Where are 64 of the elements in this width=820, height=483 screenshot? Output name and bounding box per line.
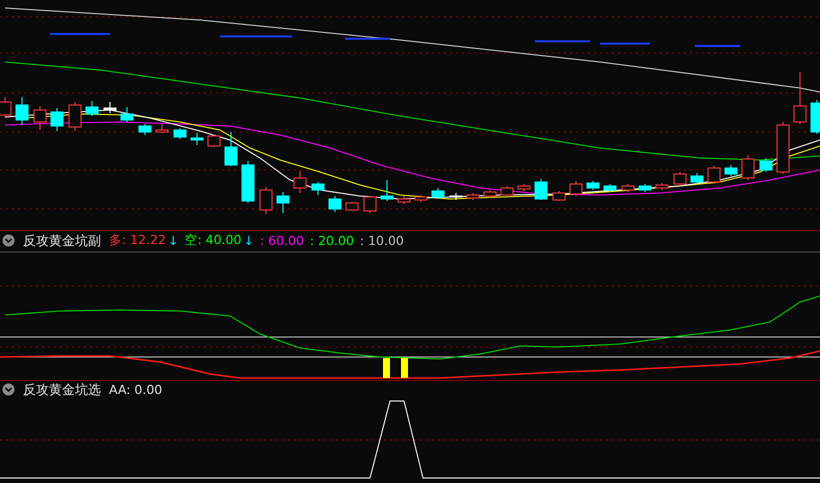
indicator-value: : 60.00 bbox=[260, 233, 304, 248]
candlestick bbox=[276, 192, 290, 214]
candlestick bbox=[414, 194, 428, 202]
candlestick bbox=[586, 180, 600, 190]
candlestick bbox=[50, 108, 64, 132]
candlestick bbox=[364, 196, 376, 214]
candlestick bbox=[86, 100, 98, 116]
indicator-value: : 10.00 bbox=[360, 233, 404, 248]
candlestick bbox=[16, 96, 28, 126]
trend-arrow: ↓ bbox=[243, 233, 254, 248]
candlestick bbox=[260, 186, 272, 214]
candlestick bbox=[552, 190, 566, 202]
candlestick bbox=[174, 128, 186, 140]
candlestick bbox=[432, 188, 444, 200]
candlestick bbox=[656, 182, 668, 190]
indicator-value: AA: 0.00 bbox=[109, 382, 162, 397]
candlestick bbox=[622, 184, 634, 192]
candlestick bbox=[380, 180, 394, 202]
collapse-toggle-icon[interactable] bbox=[2, 234, 15, 247]
candlestick bbox=[208, 134, 220, 148]
candlestick bbox=[500, 186, 514, 196]
candlestick bbox=[742, 154, 754, 180]
level-segment bbox=[345, 38, 390, 40]
level-segment bbox=[600, 42, 650, 45]
candlestick bbox=[466, 192, 480, 200]
signal-bar bbox=[383, 358, 390, 378]
candlestick bbox=[120, 106, 134, 122]
candlestick bbox=[690, 172, 704, 184]
candlestick bbox=[776, 122, 790, 174]
candlestick bbox=[638, 184, 652, 192]
indicator-value: : 20.00 bbox=[310, 233, 354, 248]
candlestick bbox=[570, 180, 582, 196]
candlestick bbox=[518, 184, 530, 192]
signal-bar bbox=[401, 358, 408, 378]
candlestick bbox=[294, 170, 306, 194]
candlestick bbox=[674, 172, 686, 186]
candlestick bbox=[104, 102, 116, 114]
candlestick bbox=[328, 196, 342, 212]
level-segment bbox=[220, 35, 292, 38]
trend-arrow: ↓ bbox=[168, 233, 178, 248]
candlestick bbox=[156, 124, 168, 134]
indicator-title: 反攻黄金坑副 bbox=[23, 232, 101, 250]
candlestick bbox=[708, 166, 720, 184]
candlestick bbox=[398, 196, 410, 204]
candlestick bbox=[190, 132, 204, 146]
level-segment bbox=[535, 40, 590, 42]
candlestick bbox=[794, 72, 806, 124]
candlestick bbox=[760, 158, 772, 172]
candlestick bbox=[242, 160, 254, 204]
candlestick bbox=[484, 190, 496, 198]
indicator-value: 多: 12.22 bbox=[109, 232, 166, 249]
candlestick bbox=[138, 124, 152, 136]
indicator-value: 空: 40.00 bbox=[184, 232, 242, 249]
candlestick bbox=[810, 100, 820, 134]
candlestick bbox=[34, 106, 46, 130]
collapse-toggle-icon[interactable] bbox=[2, 383, 15, 396]
candlestick bbox=[534, 178, 548, 200]
candlestick bbox=[312, 182, 324, 196]
candlestick bbox=[724, 164, 738, 176]
indicator-title: 反攻黄金坑选 bbox=[23, 382, 101, 398]
candlestick bbox=[604, 184, 616, 192]
candlestick bbox=[68, 102, 82, 132]
candlestick bbox=[224, 132, 238, 166]
candlestick bbox=[346, 202, 358, 212]
